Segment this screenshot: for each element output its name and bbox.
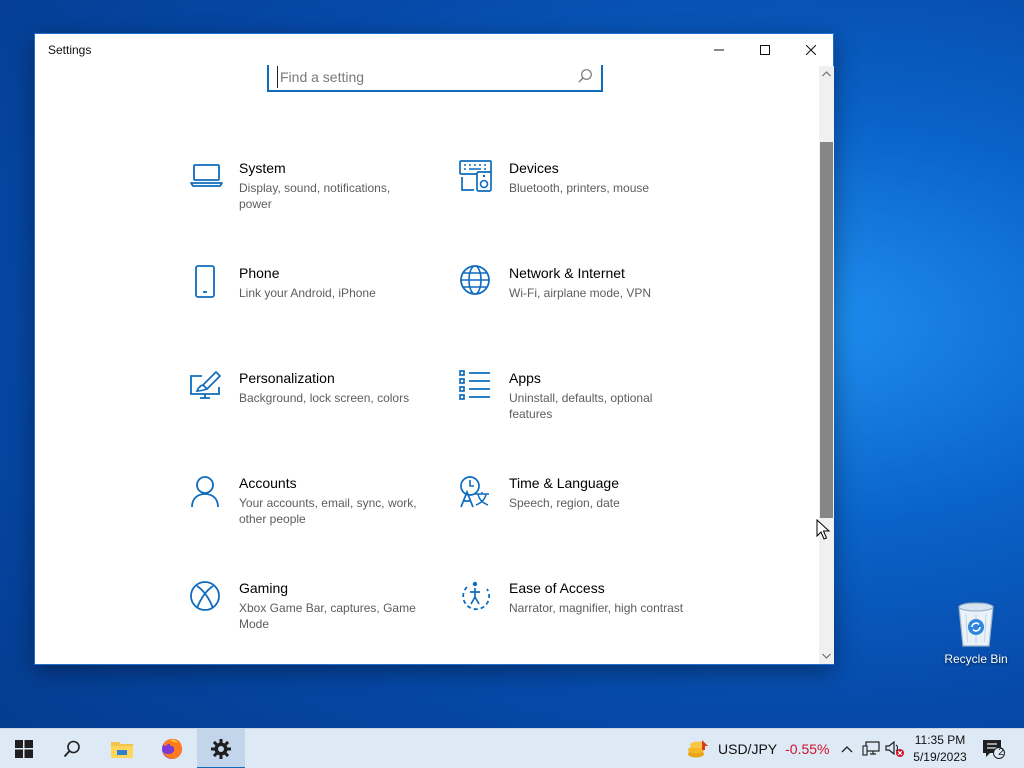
windows-logo-icon: [15, 740, 33, 758]
mouse-cursor-icon: [816, 519, 830, 540]
scroll-down-button[interactable]: [819, 648, 834, 664]
tile-name: Ease of Access: [509, 580, 605, 596]
firefox-button[interactable]: [148, 729, 196, 768]
tile-name: Time & Language: [509, 475, 619, 491]
currency-pair: USD/JPY: [718, 741, 778, 757]
notification-count: 2: [998, 747, 1004, 758]
network-icon: [862, 741, 880, 756]
minimize-button[interactable]: [696, 34, 742, 66]
tile-description: Background, lock screen, colors: [239, 391, 410, 405]
vertical-scrollbar[interactable]: [819, 66, 834, 664]
tile-name: Phone: [239, 265, 280, 281]
settings-taskbar-button[interactable]: [197, 729, 245, 768]
paint-brush-icon: [190, 371, 221, 399]
volume-tray-button[interactable]: [884, 729, 906, 768]
tile-system[interactable]: System Display, sound, notifications, po…: [189, 160, 439, 240]
search-icon: [63, 740, 80, 758]
network-tray-button[interactable]: [860, 729, 882, 768]
tile-description: Display, sound, notifications, power: [239, 181, 391, 211]
taskbar: USD/JPY -0.55% 11:35 PM 5/19/2023 2: [0, 728, 1024, 768]
search-input[interactable]: [277, 66, 567, 88]
time-language-icon: [460, 476, 489, 508]
volume-muted-icon: [885, 740, 904, 757]
settings-window: System Display, sound, notifications, po…: [34, 33, 834, 665]
tile-description: Wi-Fi, airplane mode, VPN: [509, 286, 652, 300]
laptop-icon: [190, 164, 223, 187]
search-taskbar-button[interactable]: [48, 729, 96, 768]
tile-description: Uninstall, defaults, optional features: [509, 391, 653, 421]
tile-name: Personalization: [239, 370, 335, 386]
chevron-up-icon: [822, 71, 831, 77]
scroll-thumb[interactable]: [820, 142, 833, 518]
tile-description: Your accounts, email, sync, work, other …: [239, 496, 417, 526]
close-button[interactable]: [788, 34, 834, 66]
title-bar[interactable]: Settings: [35, 34, 833, 66]
firefox-icon: [162, 738, 182, 759]
maximize-button[interactable]: [742, 34, 788, 66]
tile-description: Link your Android, iPhone: [239, 286, 376, 300]
scroll-up-button[interactable]: [819, 66, 834, 82]
chevron-down-icon: [822, 653, 831, 659]
tile-accounts[interactable]: Accounts Your accounts, email, sync, wor…: [189, 475, 439, 555]
currency-widget[interactable]: USD/JPY -0.55%: [686, 737, 829, 761]
tile-name: Accounts: [239, 475, 297, 491]
tile-name: Network & Internet: [509, 265, 625, 281]
recycle-bin[interactable]: Recycle Bin: [940, 600, 1012, 666]
tile-ease-of-access[interactable]: Ease of Access Narrator, magnifier, high…: [459, 580, 709, 660]
settings-content: System Display, sound, notifications, po…: [35, 34, 819, 664]
tile-name: Gaming: [239, 580, 289, 596]
tile-description: Speech, region, date: [509, 496, 620, 510]
tile-name: Devices: [509, 160, 559, 176]
tile-network-internet[interactable]: Network & Internet Wi-Fi, airplane mode,…: [459, 265, 709, 345]
tile-phone[interactable]: Phone Link your Android, iPhone: [189, 265, 439, 345]
window-title: Settings: [48, 43, 92, 57]
tile-gaming[interactable]: Gaming Xbox Game Bar, captures, Game Mod…: [189, 580, 439, 660]
action-center-button[interactable]: 2: [978, 729, 1008, 768]
search-icon[interactable]: [577, 68, 593, 84]
chevron-up-icon: [841, 746, 853, 753]
coins-icon: [688, 740, 708, 758]
tile-description: Narrator, magnifier, high contrast: [509, 601, 684, 615]
search-box[interactable]: [267, 65, 603, 92]
tile-devices[interactable]: Devices Bluetooth, printers, mouse: [459, 160, 709, 240]
tile-description: Xbox Game Bar, captures, Game Mode: [239, 601, 416, 631]
tile-personalization[interactable]: Personalization Background, lock screen,…: [189, 370, 439, 450]
clock-date: 5/19/2023: [913, 750, 967, 764]
clock-time: 11:35 PM: [914, 733, 966, 747]
maximize-icon: [760, 45, 770, 55]
desktop: Recycle Bin System Display, sound, notif…: [0, 0, 1024, 728]
tile-time-language[interactable]: Time & Language Speech, region, date: [459, 475, 709, 555]
xbox-icon: [190, 581, 220, 611]
close-icon: [806, 45, 816, 55]
folder-icon: [111, 742, 133, 758]
tile-description: Bluetooth, printers, mouse: [509, 181, 650, 195]
recycle-bin-icon: [958, 602, 994, 647]
tile-name: System: [239, 160, 286, 176]
keyboard-speaker-icon: [459, 160, 492, 192]
globe-icon: [460, 265, 490, 295]
ease-of-access-icon: [462, 581, 491, 611]
tile-apps[interactable]: Apps Uninstall, defaults, optional featu…: [459, 370, 709, 450]
gear-icon: [211, 739, 231, 759]
person-icon: [191, 476, 219, 508]
clock[interactable]: 11:35 PM 5/19/2023: [906, 732, 974, 766]
show-hidden-icons-button[interactable]: [838, 729, 856, 768]
phone-icon: [195, 265, 215, 298]
currency-change: -0.55%: [785, 741, 830, 757]
minimize-icon: [714, 49, 724, 51]
app-list-icon: [459, 370, 490, 400]
start-button[interactable]: [0, 729, 48, 768]
recycle-bin-label: Recycle Bin: [944, 652, 1008, 666]
tile-name: Apps: [509, 370, 541, 386]
file-explorer-button[interactable]: [98, 729, 146, 768]
